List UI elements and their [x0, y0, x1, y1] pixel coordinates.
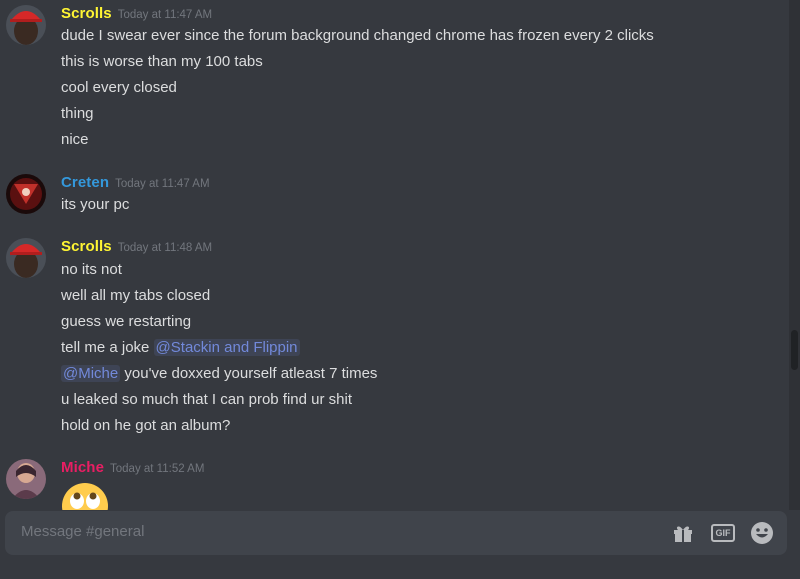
username[interactable]: Creten [61, 174, 109, 191]
username[interactable]: Miche [61, 459, 104, 476]
message-text: thing [61, 105, 94, 122]
avatar[interactable] [6, 174, 46, 214]
user-mention[interactable]: @Stackin and Flippin [153, 339, 300, 356]
message-text-part: you've doxxed yourself atleast 7 times [124, 365, 378, 382]
user-mention[interactable]: @Miche [61, 365, 121, 382]
avatar[interactable] [6, 238, 46, 278]
timestamp: Today at 11:48 AM [117, 242, 213, 254]
message-text: this is worse than my 100 tabs [61, 53, 263, 70]
message-text-part: tell me a joke [61, 339, 150, 356]
scrollbar-thumb[interactable] [791, 330, 798, 370]
message-header: Miche Today at 11:52 AM [61, 459, 204, 477]
message-composer: GIF [5, 511, 787, 555]
message-text: dude I swear ever since the forum backgr… [61, 27, 654, 44]
message-input[interactable] [21, 523, 641, 540]
avatar[interactable] [6, 5, 46, 45]
gif-button[interactable]: GIF [711, 521, 735, 545]
username[interactable]: Scrolls [61, 238, 112, 255]
username[interactable]: Scrolls [61, 5, 112, 22]
message-list: Scrolls Today at 11:47 AM dude I swear ev… [0, 0, 788, 510]
message-text: its your pc [61, 196, 130, 213]
timestamp: Today at 11:52 AM [110, 463, 205, 475]
message-text: no its not [61, 261, 122, 278]
message-header: Creten Today at 11:47 AM [61, 174, 210, 192]
scrollbar[interactable] [789, 0, 800, 510]
gift-button[interactable] [671, 521, 695, 545]
message-text: cool every closed [61, 79, 177, 96]
gif-icon: GIF [711, 524, 735, 542]
timestamp: Today at 11:47 AM [117, 9, 213, 21]
emoji-icon [751, 522, 773, 544]
message-text: hold on he got an album? [61, 417, 231, 434]
message-text: tell me a joke @Stackin and Flippin [61, 338, 300, 358]
message-header: Scrolls Today at 11:47 AM [61, 5, 212, 23]
timestamp: Today at 11:47 AM [115, 178, 210, 190]
rolling-eyes-emoji-icon[interactable] [61, 482, 109, 510]
message-text: u leaked so much that I can prob find ur… [61, 391, 352, 408]
message-text: @Miche you've doxxed yourself atleast 7 … [61, 364, 377, 384]
message-text: guess we restarting [61, 313, 192, 330]
avatar[interactable] [6, 459, 46, 499]
emoji-button[interactable] [750, 521, 774, 545]
message-header: Scrolls Today at 11:48 AM [61, 238, 212, 256]
message-text: well all my tabs closed [61, 287, 211, 304]
message-text: nice [61, 131, 89, 148]
gift-icon [674, 526, 692, 542]
